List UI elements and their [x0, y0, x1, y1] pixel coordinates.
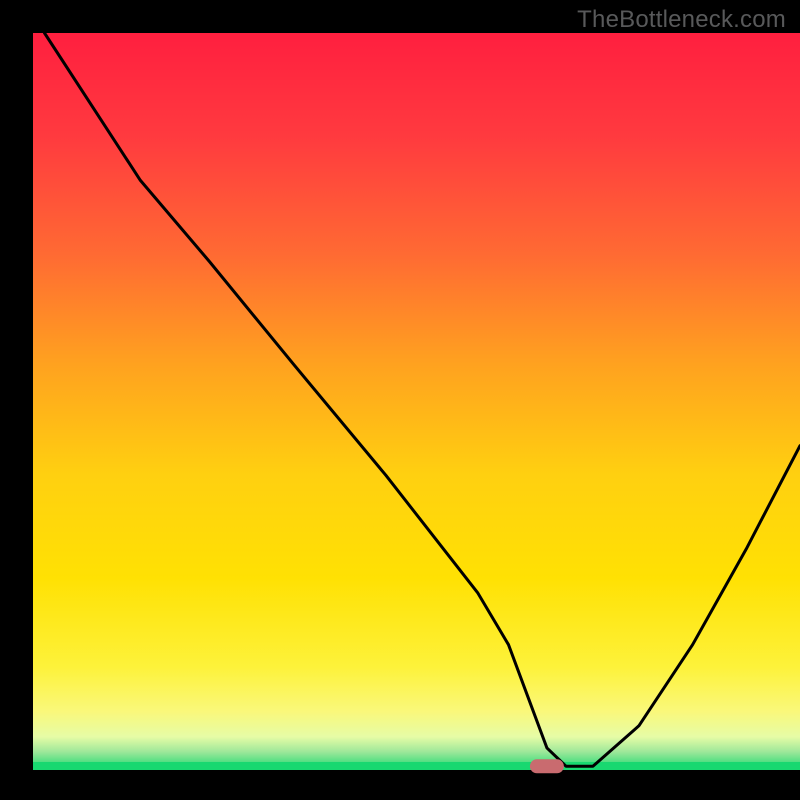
gradient-background [33, 33, 800, 770]
bottleneck-chart [0, 0, 800, 800]
chart-stage: TheBottleneck.com [0, 0, 800, 800]
baseline-stripe [33, 762, 800, 770]
optimal-point-marker [530, 759, 564, 773]
